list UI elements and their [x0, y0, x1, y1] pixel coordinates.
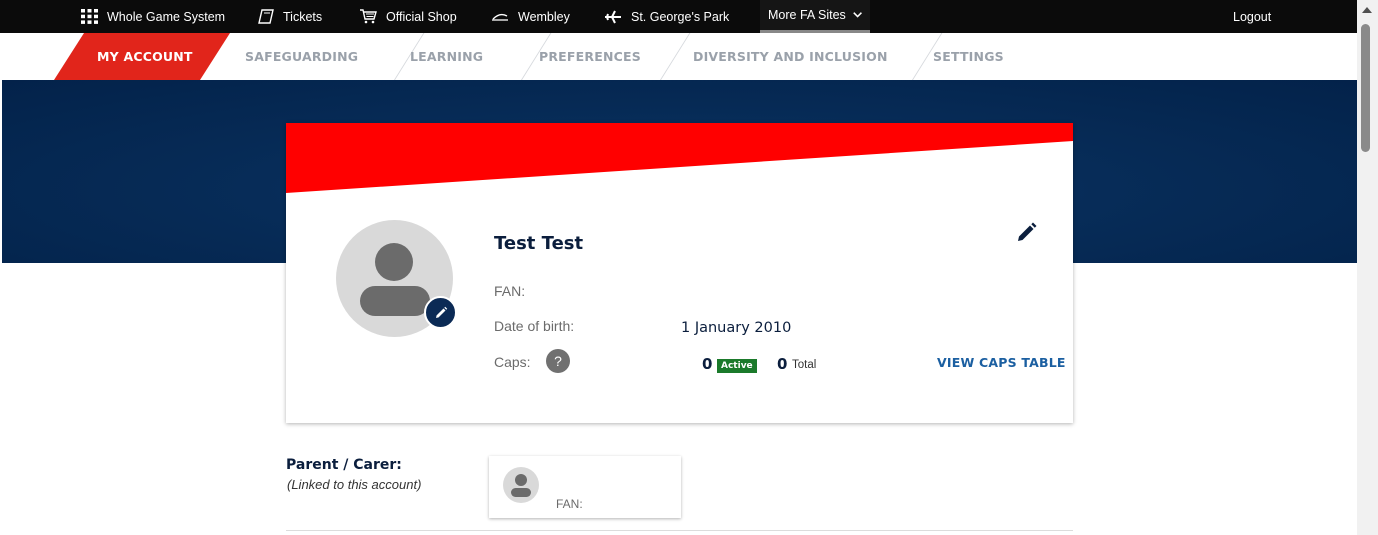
cart-icon [360, 9, 377, 24]
edit-profile-button[interactable] [1017, 222, 1037, 247]
caps-total-count: 0 [777, 355, 788, 373]
caps-total-label: Total [792, 359, 817, 371]
account-tabs: MY ACCOUNT SAFEGUARDING LEARNING PREFERE… [0, 33, 1357, 80]
whole-game-system-label: Whole Game System [107, 9, 226, 24]
wembley-icon [492, 13, 508, 21]
scroll-up-arrow-icon[interactable] [1362, 7, 1372, 13]
pencil-icon [435, 306, 447, 318]
tab-diversity-and-inclusion[interactable]: DIVERSITY AND INCLUSION [693, 33, 888, 80]
profile-name: Test Test [494, 233, 584, 254]
tab-my-account[interactable]: MY ACCOUNT [97, 33, 193, 80]
caps-label: Caps: [494, 354, 531, 370]
edit-avatar-button[interactable] [424, 296, 457, 329]
chevron-down-icon [853, 12, 862, 18]
plane-icon [605, 10, 621, 23]
official-shop-label: Official Shop [386, 9, 457, 24]
tickets-label: Tickets [283, 9, 323, 24]
official-shop-link[interactable]: Official Shop [359, 0, 457, 33]
parent-carer-card[interactable]: FAN: [489, 456, 681, 518]
caps-help-icon[interactable]: ? [546, 349, 570, 373]
active-badge: Active [717, 359, 757, 373]
parent-carer-subtitle: (Linked to this account) [287, 477, 422, 492]
st-georges-park-label: St. George's Park [631, 9, 730, 24]
date-of-birth-value: 1 January 2010 [681, 320, 792, 336]
profile-card: Test Test FAN: Date of birth: 1 January … [286, 123, 1073, 423]
tab-preferences[interactable]: PREFERENCES [539, 33, 641, 80]
ticket-icon [258, 9, 274, 24]
page-scrollbar[interactable] [1357, 0, 1378, 535]
card-red-stripe [286, 123, 1073, 193]
user-silhouette-icon [511, 474, 531, 497]
top-navigation-bar: Whole Game System Tickets Official Shop … [0, 0, 1357, 33]
date-of-birth-label: Date of birth: [494, 318, 575, 334]
fan-label: FAN: [494, 283, 526, 299]
tab-safeguarding[interactable]: SAFEGUARDING [245, 33, 358, 80]
tab-divider [660, 33, 691, 80]
wembley-label: Wembley [518, 9, 570, 24]
more-fa-sites-dropdown[interactable]: More FA Sites [760, 0, 870, 33]
logout-label: Logout [1233, 9, 1272, 24]
st-georges-park-link[interactable]: St. George's Park [604, 0, 729, 33]
parent-fan-label: FAN: [556, 497, 583, 511]
caps-active-count: 0 [702, 355, 713, 373]
section-divider [286, 530, 1073, 531]
logout-link[interactable]: Logout [1233, 0, 1271, 33]
grid-icon [81, 9, 98, 24]
parent-avatar [503, 467, 539, 503]
pencil-icon [1018, 222, 1037, 241]
tab-settings[interactable]: SETTINGS [933, 33, 1004, 80]
wembley-link[interactable]: Wembley [491, 0, 570, 33]
tickets-link[interactable]: Tickets [258, 0, 322, 33]
scrollbar-thumb[interactable] [1361, 24, 1370, 152]
parent-carer-title: Parent / Carer: [286, 457, 402, 473]
tab-learning[interactable]: LEARNING [410, 33, 483, 80]
view-caps-table-link[interactable]: VIEW CAPS TABLE [937, 355, 1066, 370]
more-fa-sites-label: More FA Sites [768, 8, 846, 22]
whole-game-system-link[interactable]: Whole Game System [81, 0, 225, 33]
